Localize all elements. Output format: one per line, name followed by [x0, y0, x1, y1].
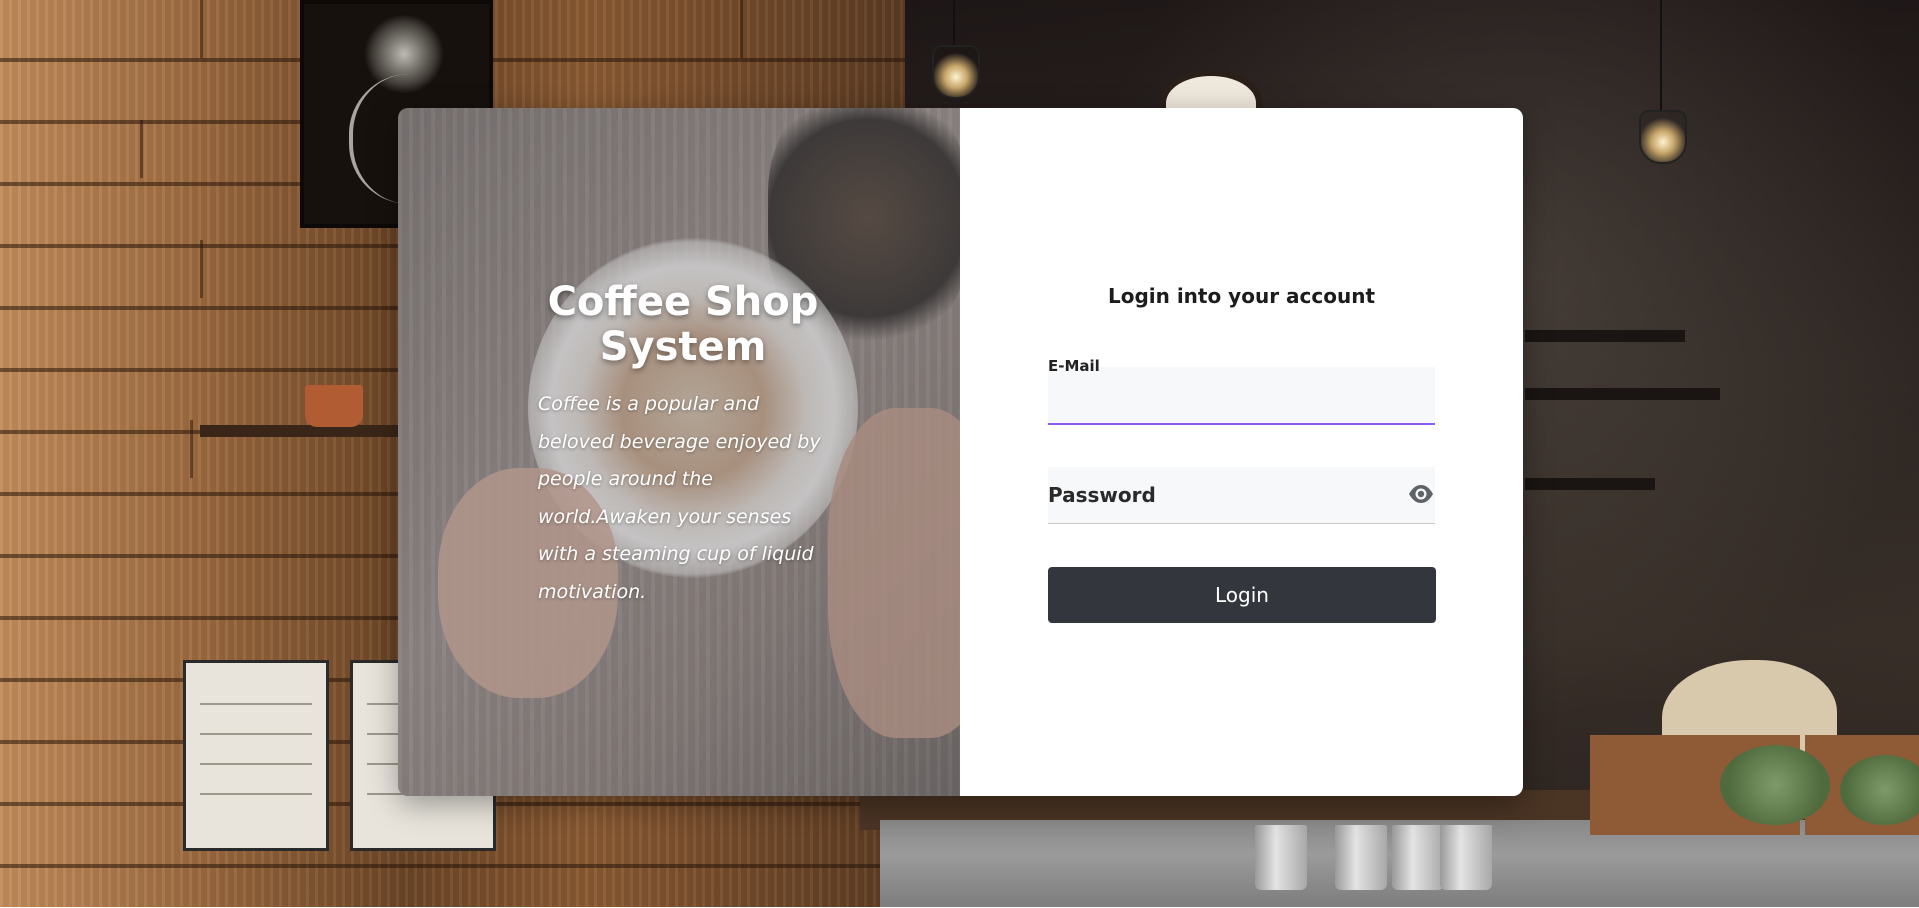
- hero-content: Coffee Shop System Coffee is a popular a…: [538, 280, 828, 611]
- wood-plank: [0, 0, 203, 58]
- bucket: [1335, 825, 1387, 890]
- wood-plank: [500, 0, 743, 58]
- login-button[interactable]: Login: [1048, 567, 1436, 623]
- password-field: Password: [1048, 467, 1435, 524]
- wood-plank: [0, 120, 143, 178]
- login-form: Login into your account E-Mail Password …: [960, 108, 1523, 796]
- hero-panel: Coffee Shop System Coffee is a popular a…: [398, 108, 960, 796]
- app-title: Coffee Shop System: [547, 279, 819, 370]
- pendant-lamp: [1639, 110, 1687, 164]
- wood-plank: [0, 420, 193, 478]
- wall-shelf: [1525, 478, 1655, 490]
- password-label: Password: [1048, 483, 1156, 507]
- wall-shelf: [200, 425, 410, 437]
- plant: [1720, 745, 1830, 825]
- email-field: E-Mail: [1048, 357, 1435, 425]
- plant-pot: [305, 385, 363, 427]
- bucket: [1440, 825, 1492, 890]
- wall-shelf: [1525, 388, 1720, 400]
- wood-plank: [180, 540, 423, 598]
- form-heading: Login into your account: [1107, 284, 1376, 308]
- login-card: Coffee Shop System Coffee is a popular a…: [398, 108, 1523, 796]
- email-input[interactable]: [1048, 367, 1435, 423]
- eye-icon[interactable]: [1407, 483, 1435, 505]
- bucket: [1255, 825, 1307, 890]
- app-tagline: Coffee is a popular and beloved beverage…: [538, 393, 821, 603]
- wall-shelf: [1525, 330, 1685, 342]
- menu-board: [183, 660, 329, 851]
- wood-plank: [40, 240, 203, 298]
- pendant-lamp: [932, 45, 980, 99]
- bucket: [1392, 825, 1444, 890]
- email-label: E-Mail: [1048, 357, 1100, 375]
